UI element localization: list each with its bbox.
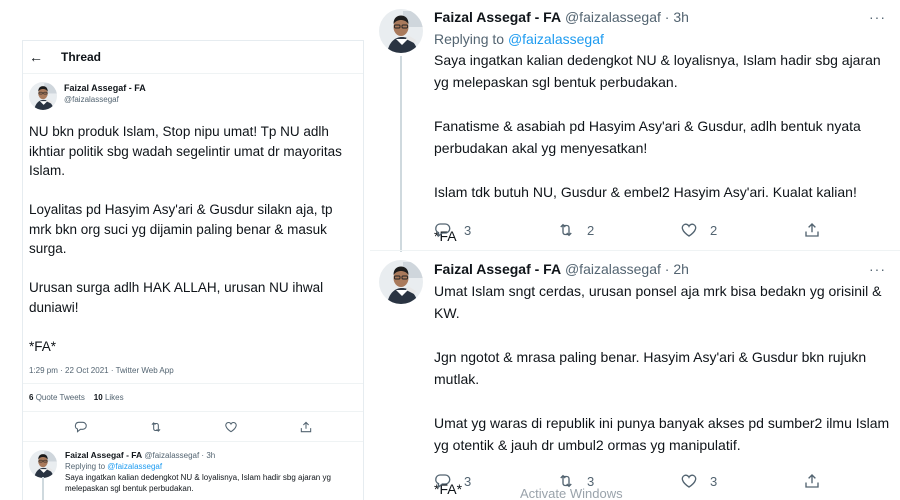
main-tweet-actions (23, 412, 363, 442)
like-count: 3 (710, 473, 718, 489)
thread-panel: ← Thread Faizal Assegaf - FA @faizalasse… (22, 40, 364, 500)
reply-icon[interactable] (74, 420, 88, 434)
main-tweet-author: Faizal Assegaf - FA @faizalassegaf (23, 74, 363, 110)
like-icon (680, 221, 698, 239)
thread-header: ← Thread (23, 41, 363, 73)
retweet-button[interactable]: 2 (557, 221, 680, 239)
replying-handle-link[interactable]: @faizalassegaf (107, 462, 162, 471)
replying-handle-link[interactable]: @faizalassegaf (508, 31, 604, 47)
like-label: Likes (104, 393, 124, 402)
tweet-text: Saya ingatkan kalian dedengkot NU & loya… (434, 49, 890, 247)
like-button[interactable]: 2 (680, 221, 803, 239)
tweet[interactable]: Faizal Assegaf - FA @faizalassegaf · 3h … (370, 0, 900, 252)
tweet-paragraph: NU bkn produk Islam, Stop nipu umat! Tp … (29, 124, 342, 178)
tweet-paragraph: Umat Islam sngt cerdas, urusan ponsel aj… (434, 283, 882, 321)
share-icon (803, 221, 821, 239)
like-icon[interactable] (224, 420, 238, 434)
share-icon[interactable] (299, 420, 313, 434)
like-count: 2 (710, 222, 718, 238)
replying-to: Replying to @faizalassegaf (434, 31, 604, 47)
tweet-paragraph: Urusan surga adlh HAK ALLAH, urusan NU i… (29, 280, 324, 315)
activate-windows-watermark: Activate Windows (520, 486, 623, 500)
tweet-actions: 3 3 3 (434, 472, 854, 490)
share-button[interactable] (803, 472, 833, 490)
tweet-header: Faizal Assegaf - FA @faizalassegaf · 2h (434, 261, 689, 277)
tweet-paragraph: Saya ingatkan kalian dedengkot NU & loya… (434, 52, 881, 90)
share-button[interactable] (803, 221, 833, 239)
retweet-icon[interactable] (149, 420, 163, 434)
author-handle-time: @faizalassegaf · 3h (144, 451, 216, 460)
more-icon[interactable]: ··· (869, 9, 886, 25)
like-count: 10 (93, 393, 103, 402)
quote-label: Quote Tweets (35, 393, 85, 402)
thread-title: Thread (61, 50, 102, 64)
tweet-actions: 3 2 2 (434, 221, 854, 239)
tweet-paragraph: Jgn ngotot & mrasa paling benar. Hasyim … (434, 349, 867, 387)
reply-button[interactable]: 3 (434, 221, 557, 239)
avatar[interactable] (29, 82, 57, 110)
main-tweet-text: NU bkn produk Islam, Stop nipu umat! Tp … (23, 110, 363, 356)
like-icon (680, 472, 698, 490)
share-icon (803, 472, 821, 490)
avatar[interactable] (29, 450, 57, 478)
more-icon[interactable]: ··· (869, 261, 886, 277)
author-name[interactable]: Faizal Assegaf - FA (434, 9, 561, 25)
author-handle-time[interactable]: @faizalassegaf · 2h (565, 261, 689, 277)
back-arrow-icon[interactable]: ← (29, 49, 53, 65)
quote-tweets-stat[interactable]: 6 Quote Tweets (29, 393, 85, 402)
tweet-stats: 6 Quote Tweets 10 Likes (23, 383, 363, 412)
author-name[interactable]: Faizal Assegaf - FA (64, 82, 146, 94)
avatar[interactable] (379, 9, 423, 53)
reply-count: 3 (464, 473, 472, 489)
author-name[interactable]: Faizal Assegaf - FA (65, 450, 142, 460)
author-handle-time[interactable]: @faizalassegaf · 3h (565, 9, 689, 25)
retweet-count: 2 (587, 222, 595, 238)
replying-prefix: Replying to (434, 31, 505, 47)
author-name[interactable]: Faizal Assegaf - FA (434, 261, 561, 277)
author-handle[interactable]: @faizalassegaf (64, 94, 146, 106)
tweet[interactable]: Faizal Assegaf - FA @faizalassegaf · 2h … (370, 251, 900, 500)
reply-icon (434, 221, 452, 239)
thread-connector (42, 477, 44, 500)
tweet-paragraph: *FA* (29, 338, 57, 354)
quote-count: 6 (29, 393, 34, 402)
tweet-paragraph: Islam tdk butuh NU, Gusdur & embel2 Hasy… (434, 184, 857, 200)
tweet-paragraph: Loyalitas pd Hasyim Asy'ari & Gusdur sil… (29, 202, 333, 256)
replying-to: Replying to @faizalassegaf (65, 461, 357, 472)
replying-prefix: Replying to (65, 462, 106, 471)
tweet-header: Faizal Assegaf - FA @faizalassegaf · 3h (434, 9, 689, 25)
tweet-text: Umat Islam sngt cerdas, urusan ponsel aj… (434, 280, 890, 500)
likes-stat[interactable]: 10 Likes (94, 393, 124, 402)
reply-text: Saya ingatkan kalian dedengkot NU & loya… (65, 473, 331, 493)
tweet-paragraph: Umat yg waras di republik ini punya bany… (434, 415, 890, 453)
thread-connector (400, 56, 402, 252)
retweet-icon (557, 221, 575, 239)
avatar[interactable] (379, 260, 423, 304)
reply-count: 3 (464, 222, 472, 238)
like-button[interactable]: 3 (680, 472, 803, 490)
reply-tweet-preview[interactable]: Faizal Assegaf - FA @faizalassegaf · 3h … (23, 442, 363, 494)
reply-icon (434, 472, 452, 490)
tweet-paragraph: Fanatisme & asabiah pd Hasyim Asy'ari & … (434, 118, 861, 156)
tweet-timestamp[interactable]: 1:29 pm · 22 Oct 2021 · Twitter Web App (23, 356, 363, 383)
